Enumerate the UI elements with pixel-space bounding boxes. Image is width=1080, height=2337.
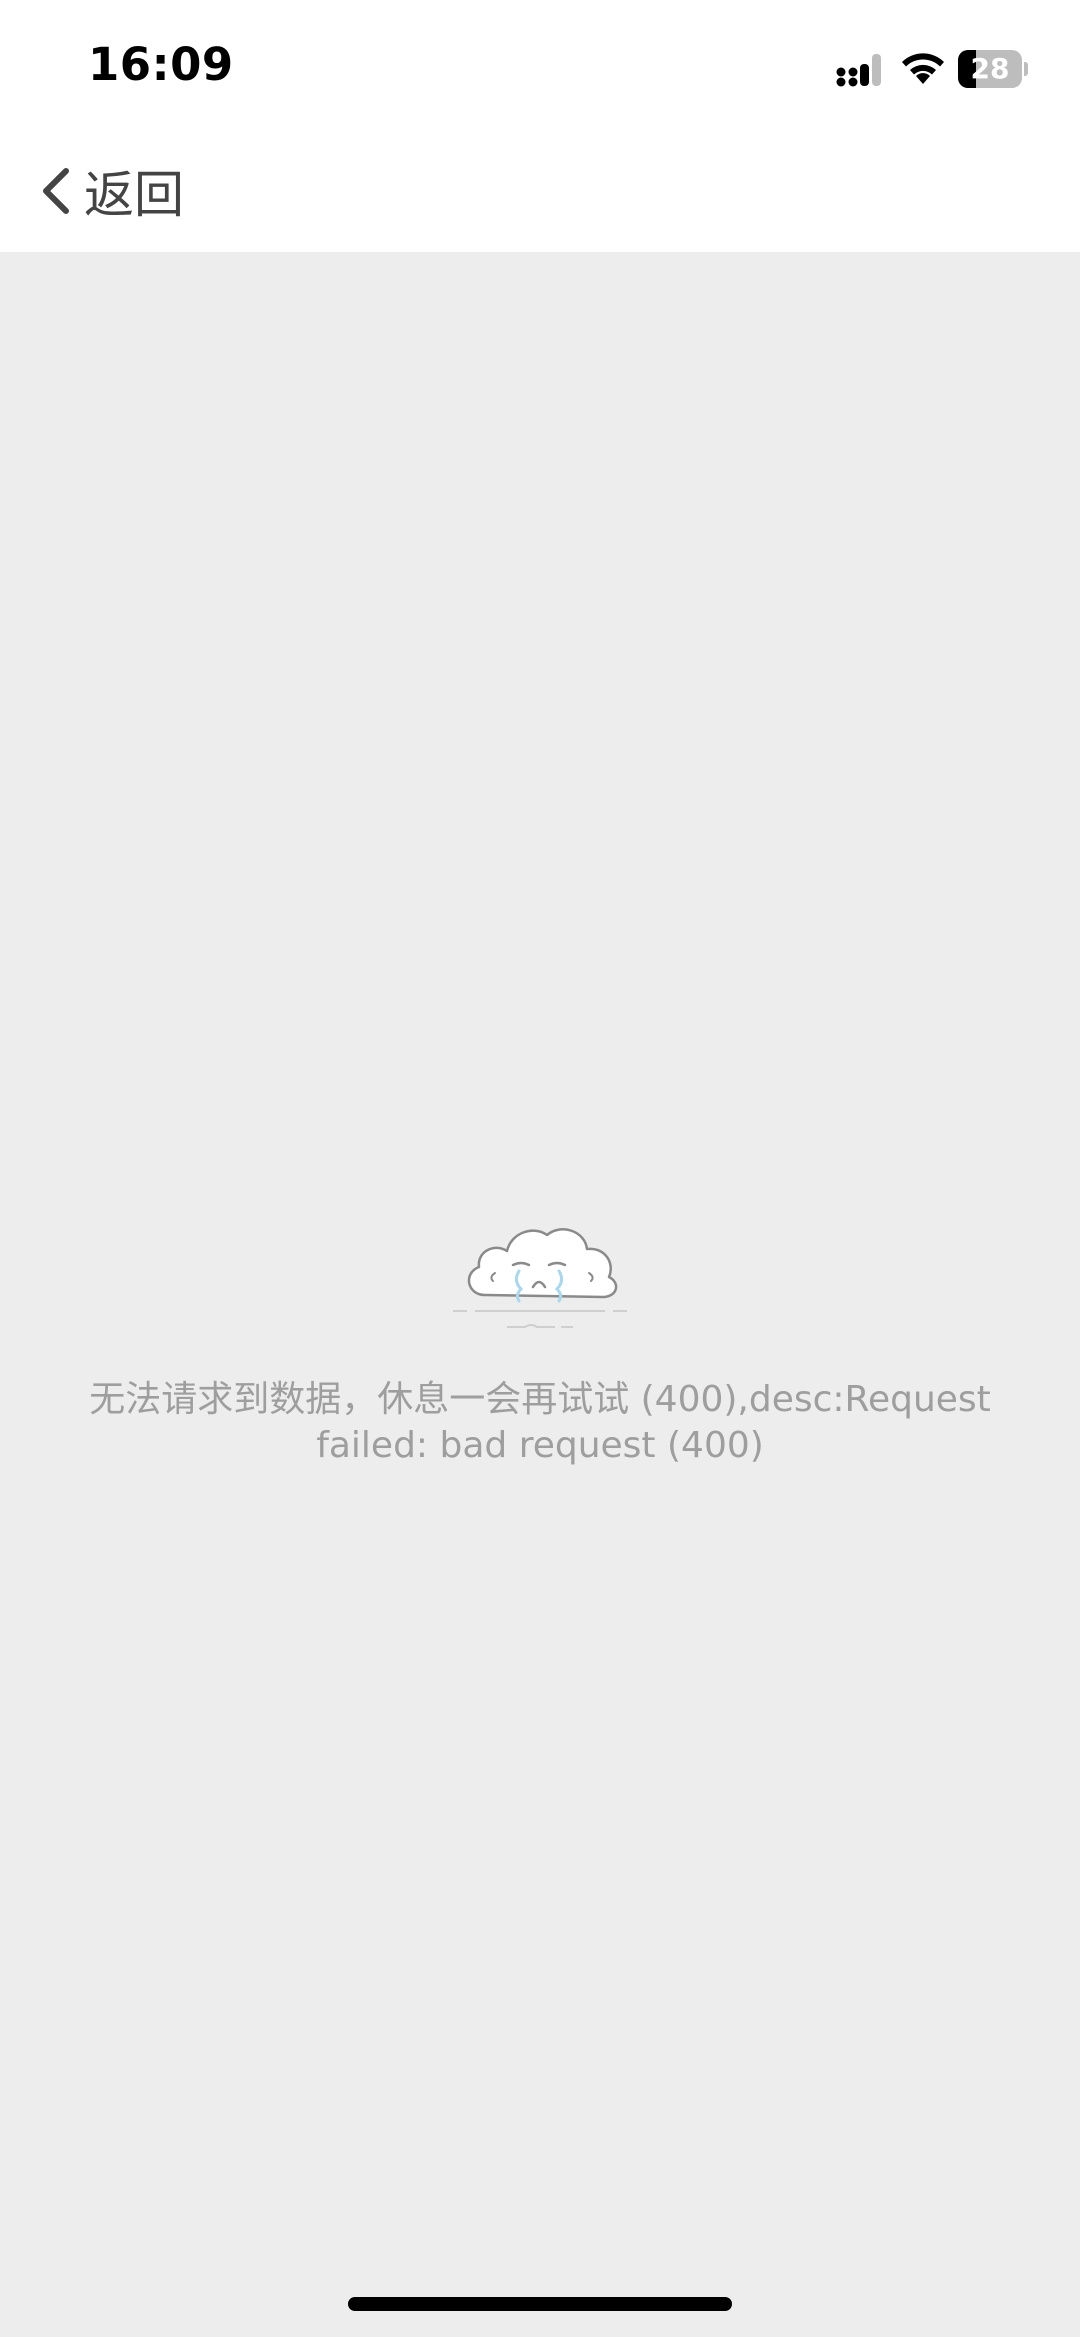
- page: 16:09 28 返回 无法请求到数据，休息一会再试试 (400),desc:R…: [0, 0, 1080, 2337]
- content-area: 无法请求到数据，休息一会再试试 (400),desc:Request faile…: [0, 252, 1080, 2337]
- wifi-icon: [902, 53, 944, 84]
- status-bar: 16:09 28: [0, 0, 1080, 130]
- nav-bar: 返回: [0, 130, 1080, 252]
- empty-state: 无法请求到数据，休息一会再试试 (400),desc:Request faile…: [0, 1207, 1080, 1469]
- battery-indicator: 28: [958, 50, 1028, 88]
- error-message: 无法请求到数据，休息一会再试试 (400),desc:Request faile…: [89, 1379, 991, 1466]
- battery-cap: [1024, 62, 1028, 76]
- back-button[interactable]: 返回: [36, 156, 184, 226]
- chevron-left-icon: [43, 168, 69, 214]
- cellular-signal-icon: [836, 54, 881, 87]
- top-bar: 16:09 28 返回: [0, 0, 1080, 252]
- crying-cloud-icon: [453, 1228, 627, 1328]
- status-time: 16:09: [88, 38, 234, 91]
- battery-level: 28: [970, 52, 1010, 85]
- back-label: 返回: [84, 166, 184, 224]
- battery-icon: 28: [958, 50, 1022, 88]
- home-indicator[interactable]: [348, 2297, 732, 2311]
